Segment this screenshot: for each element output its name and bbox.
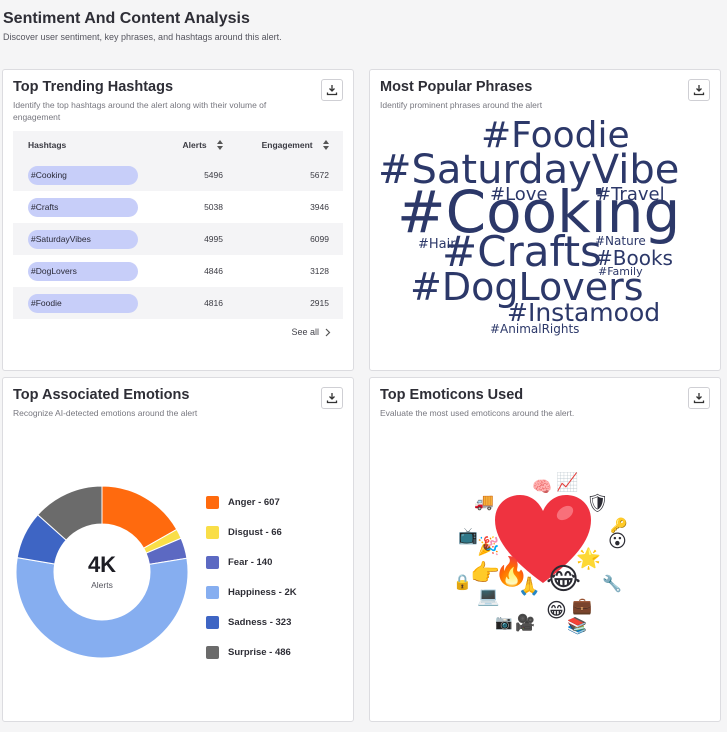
legend-label: Surprise - 486 — [228, 646, 291, 658]
page-subtitle: Discover user sentiment, key phrases, an… — [3, 32, 282, 42]
donut-center: 4K Alerts — [52, 552, 152, 590]
chevron-right-icon — [325, 328, 331, 336]
engagement-value: 5672 — [310, 170, 329, 180]
legend-label: Fear - 140 — [228, 556, 273, 568]
legend-swatch — [206, 615, 219, 629]
emotions-card: Top Associated Emotions Recognize AI-det… — [2, 377, 354, 722]
party-icon: 🎉 — [477, 536, 500, 557]
pointing-icon: 👉 — [470, 559, 500, 587]
engagement-value: 2915 — [310, 298, 329, 308]
hashtag-pill[interactable]: #SaturdayVibes — [28, 229, 138, 249]
col-header-alerts[interactable]: Alerts — [173, 140, 223, 151]
hashtags-card: Top Trending Hashtags Identify the top h… — [2, 69, 354, 371]
wrench-icon: 🔧 — [602, 574, 622, 593]
table-body: #Cooking 5496 5672 #Crafts 5038 3946 #Sa… — [13, 159, 343, 319]
legend-label: Happiness - 2K — [228, 586, 297, 598]
hashtag-pill[interactable]: #DogLovers — [28, 261, 138, 281]
download-button[interactable] — [321, 387, 343, 409]
chart-icon: 📈 — [556, 472, 579, 493]
lock-icon: 🔒 — [453, 573, 472, 591]
brain-icon: 🧠 — [532, 477, 552, 496]
download-icon — [326, 85, 338, 96]
card-title: Top Trending Hashtags — [13, 79, 174, 95]
col-header-engagement[interactable]: Engagement — [223, 140, 343, 151]
briefcase-icon: 💼 — [572, 596, 592, 615]
see-all-label: See all — [291, 327, 319, 337]
col-header-hashtags: Hashtags — [28, 140, 67, 150]
alerts-value: 5038 — [204, 202, 223, 212]
surprised-icon: 😮 — [608, 531, 627, 552]
shield-icon: 🛡 — [586, 493, 609, 514]
see-all-link[interactable]: See all — [291, 327, 331, 337]
alerts-value: 4995 — [204, 234, 223, 244]
grinning-icon: 😁 — [546, 598, 567, 622]
hashtag-pill[interactable]: #Foodie — [28, 293, 138, 313]
engagement-value: 3946 — [310, 202, 329, 212]
engagement-value: 6099 — [310, 234, 329, 244]
legend-label: Anger - 607 — [228, 496, 280, 508]
legend-swatch — [206, 525, 219, 539]
legend-swatch — [206, 495, 219, 509]
phrase-word[interactable]: #AnimalRights — [490, 323, 579, 335]
hashtags-table: Hashtags Alerts Engagement #Cooking 5496… — [13, 131, 343, 319]
download-icon — [326, 393, 338, 404]
engagement-value: 3128 — [310, 266, 329, 276]
table-row[interactable]: #Crafts 5038 3946 — [13, 191, 343, 223]
table-row[interactable]: #Foodie 4816 2915 — [13, 287, 343, 319]
legend-swatch — [206, 645, 219, 659]
emotions-legend: Anger - 607 Disgust - 66 Fear - 140 Happ… — [206, 487, 297, 667]
legend-swatch — [206, 555, 219, 569]
donut-center-label: Alerts — [91, 580, 113, 590]
tv-icon: 📺 — [458, 526, 478, 545]
laptop-icon: 💻 — [477, 586, 500, 607]
table-header: Hashtags Alerts Engagement — [13, 131, 343, 159]
emoji-cloud: 😂 🔥 👉 🙏 😁 🎉 📈 🛡 🔑 😮 🌟 💼 🔒 💻 📷 🎥 📚 🚚 📺 🔧 … — [370, 378, 720, 721]
table-row[interactable]: #DogLovers 4846 3128 — [13, 255, 343, 287]
page-header: Sentiment And Content Analysis Discover … — [3, 10, 282, 42]
phrases-card: Most Popular Phrases Identify prominent … — [369, 69, 721, 371]
praying-icon: 🙏 — [518, 576, 541, 597]
donut-center-value: 4K — [87, 552, 117, 577]
hashtag-pill[interactable]: #Crafts — [28, 197, 138, 217]
legend-item[interactable]: Surprise - 486 — [206, 637, 297, 667]
legend-item[interactable]: Sadness - 323 — [206, 607, 297, 637]
emoticons-card: Top Emoticons Used Evaluate the most use… — [369, 377, 721, 722]
books-icon: 📚 — [567, 616, 587, 635]
legend-label: Disgust - 66 — [228, 526, 282, 538]
download-button[interactable] — [321, 79, 343, 101]
legend-label: Sadness - 323 — [228, 616, 292, 628]
card-title: Top Associated Emotions — [13, 387, 190, 403]
alerts-value: 4816 — [204, 298, 223, 308]
table-row[interactable]: #SaturdayVibes 4995 6099 — [13, 223, 343, 255]
page-title: Sentiment And Content Analysis — [3, 10, 250, 27]
alerts-value: 4846 — [204, 266, 223, 276]
camera-icon: 📷 — [495, 615, 513, 631]
legend-swatch — [206, 585, 219, 599]
card-subtitle: Recognize AI-detected emotions around th… — [13, 408, 198, 418]
truck-icon: 🚚 — [474, 492, 494, 511]
table-row[interactable]: #Cooking 5496 5672 — [13, 159, 343, 191]
card-subtitle: Identify the top hashtags around the ale… — [13, 100, 267, 122]
word-cloud: #Foodie #SaturdayVibe #Love #Travel #Coo… — [370, 70, 720, 370]
star-icon: 🌟 — [576, 546, 601, 570]
alerts-value: 5496 — [204, 170, 223, 180]
camera-video-icon: 🎥 — [515, 613, 535, 632]
sort-icon — [323, 140, 329, 151]
legend-item[interactable]: Disgust - 66 — [206, 517, 297, 547]
hashtag-pill[interactable]: #Cooking — [28, 165, 138, 185]
legend-item[interactable]: Happiness - 2K — [206, 577, 297, 607]
legend-item[interactable]: Anger - 607 — [206, 487, 297, 517]
legend-item[interactable]: Fear - 140 — [206, 547, 297, 577]
